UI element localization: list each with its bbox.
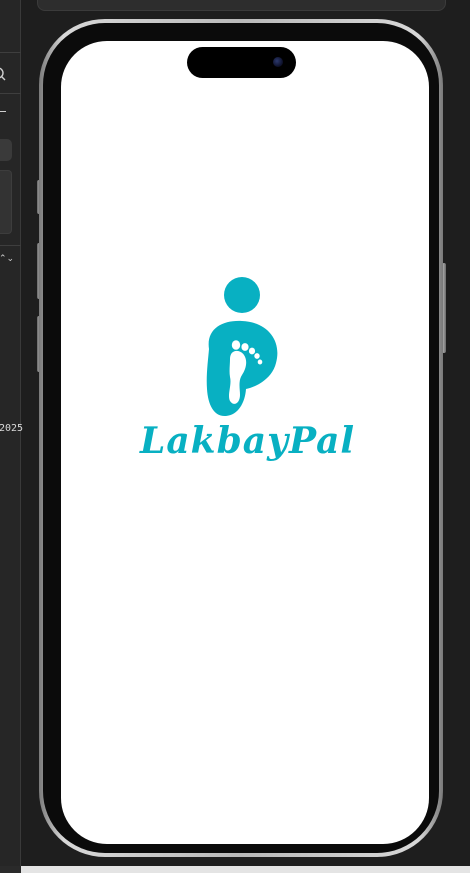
simulator-toolbar xyxy=(37,0,446,11)
ide-left-panel: ⌃⌄ 2025 xyxy=(0,0,24,873)
app-brand-name: LakbayPal xyxy=(140,420,356,462)
sidebar-year-text: 2025 xyxy=(0,423,24,434)
sidebar-divider xyxy=(0,93,21,94)
sidebar-divider xyxy=(0,245,21,246)
bottom-strip-left xyxy=(0,866,21,873)
dynamic-island xyxy=(187,47,296,78)
chevron-up-down-icon[interactable]: ⌃⌄ xyxy=(0,255,14,264)
xcode-simulator-window: ⌃⌄ 2025 LakbayPal xyxy=(0,0,470,873)
sidebar-divider xyxy=(0,52,21,53)
search-icon[interactable] xyxy=(0,64,6,82)
bottom-status-strip xyxy=(0,866,470,873)
sidebar-dash xyxy=(0,111,6,112)
sidebar-panel-box xyxy=(0,170,12,234)
footprint-person-icon xyxy=(200,277,280,417)
sidebar-field[interactable] xyxy=(0,139,12,161)
front-camera-icon xyxy=(273,57,283,67)
